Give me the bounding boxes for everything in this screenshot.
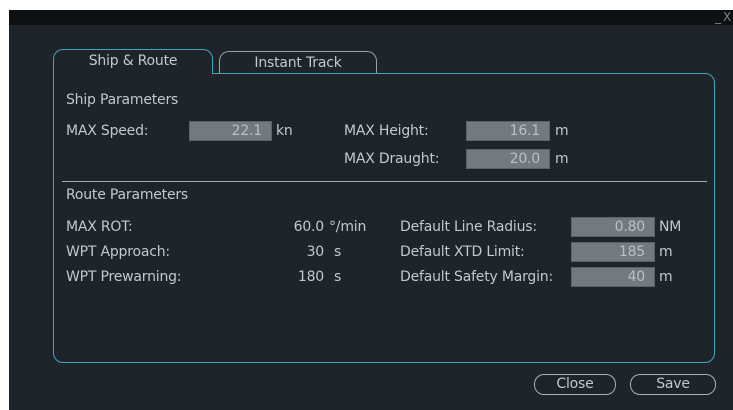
ship-route-panel: Ship Parameters MAX Speed: 22.1 kn MAX H… xyxy=(53,73,715,363)
max-height-unit: m xyxy=(555,123,569,139)
max-rot-label: MAX ROT: xyxy=(66,219,133,235)
max-height-label: MAX Height: xyxy=(344,123,429,139)
section-divider xyxy=(62,181,707,182)
wpt-approach-unit: s xyxy=(334,244,342,260)
wpt-prewarning-value: 180 xyxy=(297,269,324,285)
xtd-limit-field[interactable]: 185 xyxy=(571,242,655,262)
safety-margin-field[interactable]: 40 xyxy=(571,267,655,287)
max-rot-value: 60.0 xyxy=(293,219,325,235)
tab-ship-route[interactable]: Ship & Route xyxy=(53,49,213,74)
wpt-prewarning-label: WPT Prewarning: xyxy=(66,269,182,285)
close-button[interactable]: Close xyxy=(534,374,616,395)
max-draught-field[interactable]: 20.0 xyxy=(466,149,550,169)
wpt-approach-value: 30 xyxy=(306,244,325,260)
max-rot-unit: °/min xyxy=(329,219,367,235)
wpt-prewarning-unit: s xyxy=(334,269,342,285)
title-bar: _ X xyxy=(9,10,733,25)
safety-margin-label: Default Safety Margin: xyxy=(400,269,553,285)
max-speed-label: MAX Speed: xyxy=(66,123,149,139)
wpt-approach-label: WPT Approach: xyxy=(66,244,170,260)
window-controls: _ X xyxy=(713,10,731,25)
route-settings-dialog: _ X Ship & Route Instant Track Ship Param… xyxy=(9,10,733,410)
ship-parameters-heading: Ship Parameters xyxy=(66,92,179,108)
save-button[interactable]: Save xyxy=(630,374,716,395)
max-speed-unit: kn xyxy=(276,123,293,139)
route-parameters-heading: Route Parameters xyxy=(66,187,189,203)
line-radius-unit: NM xyxy=(659,219,682,235)
max-height-field[interactable]: 16.1 xyxy=(466,121,550,141)
xtd-limit-label: Default XTD Limit: xyxy=(400,244,525,260)
safety-margin-unit: m xyxy=(659,269,673,285)
line-radius-field[interactable]: 0.80 xyxy=(571,217,655,237)
max-draught-unit: m xyxy=(555,151,569,167)
max-draught-label: MAX Draught: xyxy=(344,151,440,167)
max-speed-field[interactable]: 22.1 xyxy=(189,121,272,141)
tab-instant-track[interactable]: Instant Track xyxy=(219,51,377,73)
line-radius-label: Default Line Radius: xyxy=(400,219,537,235)
close-icon[interactable]: X xyxy=(723,10,731,24)
xtd-limit-unit: m xyxy=(659,244,673,260)
minimize-icon[interactable]: _ xyxy=(715,10,721,24)
